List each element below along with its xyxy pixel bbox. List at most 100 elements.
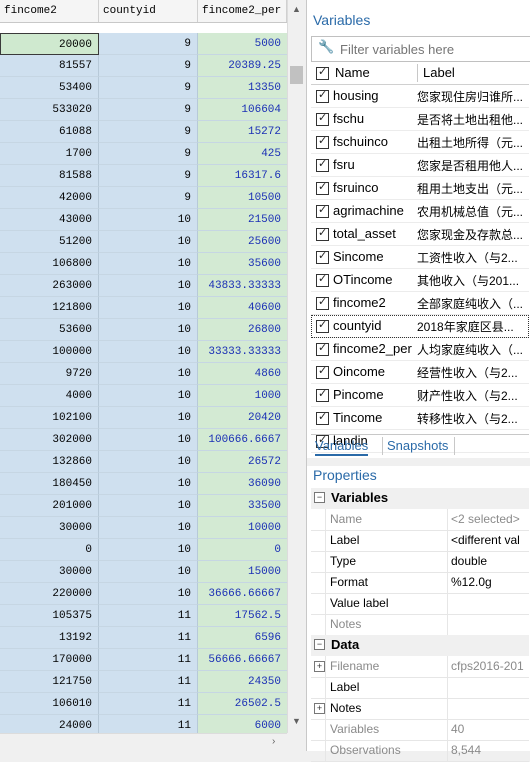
cell-fincome2_per[interactable]: 106604 xyxy=(198,99,287,121)
cell-countyid[interactable]: 10 xyxy=(99,407,198,429)
cell-fincome2_per[interactable]: 56666.66667 xyxy=(198,649,287,671)
section-variables[interactable]: − Variables xyxy=(311,488,529,509)
cell-fincome2[interactable]: 170000 xyxy=(0,649,99,671)
cell-fincome2_per[interactable]: 15000 xyxy=(198,561,287,583)
cell-fincome2_per[interactable]: 33333.33333 xyxy=(198,341,287,363)
table-row[interactable]: 81588 9 16317.6 xyxy=(0,165,287,187)
variable-row[interactable]: fincome2_per 人均家庭纯收入（... xyxy=(311,338,529,361)
table-row[interactable]: 4000 10 1000 xyxy=(0,385,287,407)
cell-countyid[interactable]: 10 xyxy=(99,209,198,231)
cell-countyid[interactable]: 9 xyxy=(99,55,198,77)
cell-countyid[interactable]: 10 xyxy=(99,275,198,297)
table-row[interactable]: 53400 9 13350 xyxy=(0,77,287,99)
cell-countyid[interactable]: 11 xyxy=(99,693,198,715)
cell-fincome2_per[interactable]: 26502.5 xyxy=(198,693,287,715)
filter-variables-input[interactable] xyxy=(338,39,530,59)
cell-fincome2[interactable]: 121750 xyxy=(0,671,99,693)
table-row[interactable]: 132860 10 26572 xyxy=(0,451,287,473)
property-value[interactable]: 40 xyxy=(451,722,529,736)
cell-fincome2_per[interactable]: 36666.66667 xyxy=(198,583,287,605)
variable-checkbox[interactable] xyxy=(316,341,329,356)
grid-vertical-scrollbar[interactable]: ▲ ▼ xyxy=(287,0,305,733)
table-row[interactable]: 20000 9 5000 xyxy=(0,33,287,55)
property-value[interactable]: 8,544 xyxy=(451,743,529,757)
property-row[interactable]: Type double xyxy=(311,551,529,573)
cell-fincome2[interactable]: 4000 xyxy=(0,385,99,407)
cell-fincome2_per[interactable]: 20420 xyxy=(198,407,287,429)
cell-fincome2_per[interactable]: 13350 xyxy=(198,77,287,99)
cell-fincome2_per[interactable]: 6596 xyxy=(198,627,287,649)
table-row[interactable]: 0 10 0 xyxy=(0,539,287,561)
table-row[interactable]: 9720 10 4860 xyxy=(0,363,287,385)
cell-fincome2[interactable]: 220000 xyxy=(0,583,99,605)
scroll-down-arrow-icon[interactable]: ▼ xyxy=(292,716,301,726)
cell-countyid[interactable]: 9 xyxy=(99,77,198,99)
wrench-icon[interactable]: 🔧 xyxy=(318,39,334,55)
cell-countyid[interactable]: 9 xyxy=(99,99,198,121)
column-header-fincome2-per[interactable]: fincome2_per xyxy=(198,0,287,22)
variable-checkbox[interactable] xyxy=(316,111,329,126)
scroll-right-arrow-icon[interactable]: › xyxy=(272,736,275,747)
variable-row[interactable]: Oincome 经营性收入（与2... xyxy=(311,361,529,384)
panel-separator[interactable] xyxy=(307,458,530,466)
table-row[interactable]: 220000 10 36666.66667 xyxy=(0,583,287,605)
cell-fincome2[interactable]: 132860 xyxy=(0,451,99,473)
name-column-header[interactable]: Name xyxy=(335,65,370,80)
cell-countyid[interactable]: 10 xyxy=(99,583,198,605)
cell-fincome2_per[interactable]: 35600 xyxy=(198,253,287,275)
cell-fincome2[interactable]: 81557 xyxy=(0,55,99,77)
cell-fincome2_per[interactable]: 26800 xyxy=(198,319,287,341)
cell-fincome2[interactable]: 30000 xyxy=(0,517,99,539)
tab-variables[interactable]: Variables xyxy=(315,438,369,456)
variable-row[interactable]: countyid 2018年家庭区县... xyxy=(311,315,529,338)
cell-fincome2_per[interactable]: 100666.6667 xyxy=(198,429,287,451)
table-row[interactable]: 533020 9 106604 xyxy=(0,99,287,121)
cell-fincome2[interactable]: 30000 xyxy=(0,561,99,583)
property-value[interactable]: <different val xyxy=(451,533,529,547)
cell-fincome2_per[interactable]: 25600 xyxy=(198,231,287,253)
cell-fincome2[interactable]: 0 xyxy=(0,539,99,561)
table-row[interactable]: 106800 10 35600 xyxy=(0,253,287,275)
variable-checkbox[interactable] xyxy=(316,318,329,333)
cell-fincome2_per[interactable]: 36090 xyxy=(198,473,287,495)
cell-fincome2_per[interactable]: 21500 xyxy=(198,209,287,231)
table-row[interactable]: 100000 10 33333.33333 xyxy=(0,341,287,363)
cell-fincome2[interactable]: 53600 xyxy=(0,319,99,341)
property-value[interactable]: cfps2016-201 xyxy=(451,659,529,673)
variable-row[interactable]: Tincome 转移性收入（与2... xyxy=(311,407,529,430)
table-row[interactable]: 42000 9 10500 xyxy=(0,187,287,209)
variable-checkbox[interactable] xyxy=(316,387,329,402)
variable-row[interactable]: fincome2 全部家庭纯收入（... xyxy=(311,292,529,315)
cell-fincome2[interactable]: 263000 xyxy=(0,275,99,297)
variable-row[interactable]: agrimachine 农用机械总值（元... xyxy=(311,200,529,223)
cell-countyid[interactable]: 10 xyxy=(99,231,198,253)
cell-fincome2[interactable]: 42000 xyxy=(0,187,99,209)
table-row[interactable]: 180450 10 36090 xyxy=(0,473,287,495)
cell-countyid[interactable]: 11 xyxy=(99,627,198,649)
column-divider[interactable] xyxy=(417,64,418,82)
variable-row[interactable]: Pincome 财产性收入（与2... xyxy=(311,384,529,407)
table-row[interactable]: 263000 10 43833.33333 xyxy=(0,275,287,297)
property-value[interactable]: double xyxy=(451,554,529,568)
variable-row[interactable]: fschuinco 出租土地所得（元... xyxy=(311,131,529,154)
cell-fincome2_per[interactable]: 33500 xyxy=(198,495,287,517)
cell-fincome2[interactable]: 106800 xyxy=(0,253,99,275)
cell-countyid[interactable]: 10 xyxy=(99,517,198,539)
label-column-header[interactable]: Label xyxy=(423,65,455,80)
cell-fincome2_per[interactable]: 5000 xyxy=(198,33,287,55)
cell-fincome2[interactable]: 102100 xyxy=(0,407,99,429)
table-row[interactable]: 121750 11 24350 xyxy=(0,671,287,693)
table-row[interactable]: 170000 11 56666.66667 xyxy=(0,649,287,671)
variable-row[interactable]: Sincome 工资性收入（与2... xyxy=(311,246,529,269)
collapse-icon[interactable]: − xyxy=(314,639,325,650)
variable-checkbox[interactable] xyxy=(316,134,329,149)
table-row[interactable]: 30000 10 15000 xyxy=(0,561,287,583)
variable-checkbox[interactable] xyxy=(316,203,329,218)
cell-countyid[interactable]: 9 xyxy=(99,187,198,209)
cell-fincome2_per[interactable]: 15272 xyxy=(198,121,287,143)
cell-countyid[interactable]: 10 xyxy=(99,341,198,363)
cell-countyid[interactable]: 10 xyxy=(99,473,198,495)
cell-fincome2[interactable]: 105375 xyxy=(0,605,99,627)
cell-fincome2[interactable]: 81588 xyxy=(0,165,99,187)
variable-checkbox[interactable] xyxy=(316,410,329,425)
